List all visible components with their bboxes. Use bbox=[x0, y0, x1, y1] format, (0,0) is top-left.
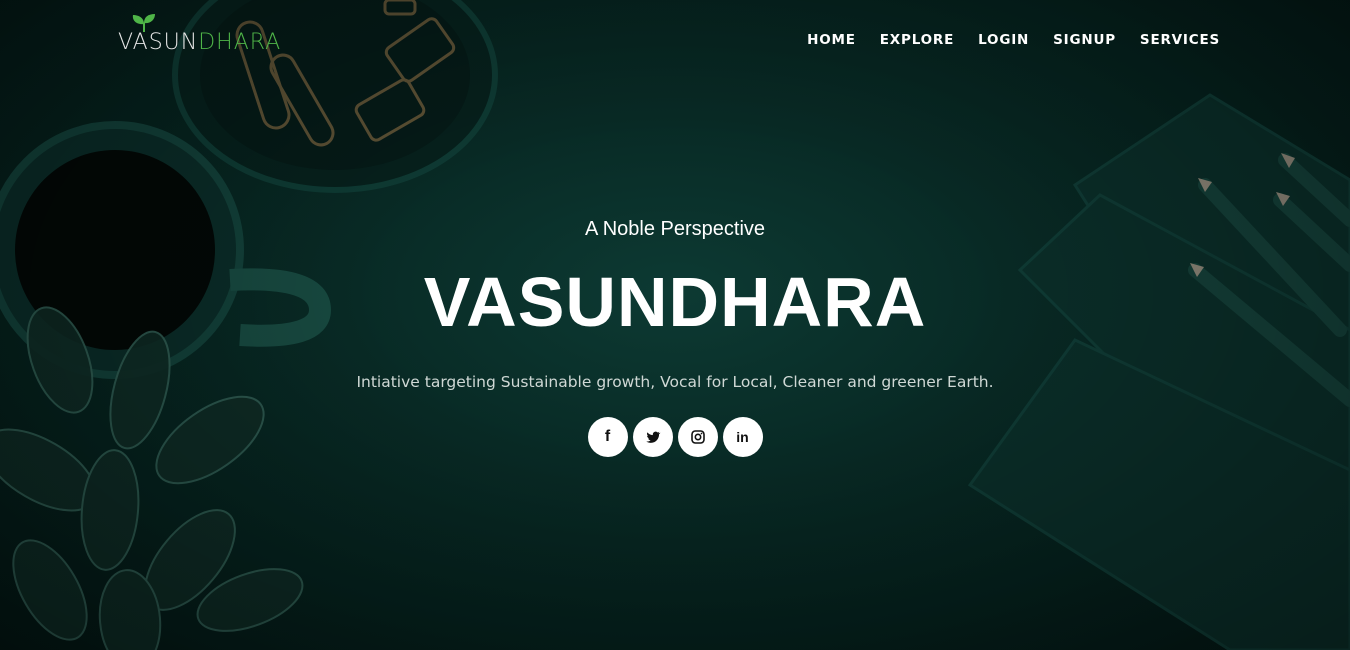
hero-title: VASUNDHARA bbox=[423, 263, 927, 341]
hero-section: VASUNDHARA HOME EXPLORE LOGIN SIGNUP SER… bbox=[0, 0, 1350, 650]
instagram-icon bbox=[690, 430, 705, 444]
logo-text: VASUNDHARA bbox=[118, 30, 281, 56]
nav-link-services[interactable]: SERVICES bbox=[1140, 31, 1220, 49]
nav-link-home[interactable]: HOME bbox=[807, 31, 856, 49]
facebook-icon: f bbox=[604, 428, 611, 445]
nav-link-login[interactable]: LOGIN bbox=[978, 31, 1029, 49]
logo-text-part-2: ASUN bbox=[132, 30, 199, 55]
nav-link-signup[interactable]: SIGNUP bbox=[1053, 31, 1116, 49]
social-links: f in bbox=[0, 417, 1350, 457]
logo-text-part-1: V bbox=[118, 30, 133, 55]
linkedin-icon: in bbox=[736, 429, 749, 445]
twitter-button[interactable] bbox=[632, 417, 673, 457]
site-logo[interactable]: VASUNDHARA bbox=[118, 14, 328, 56]
instagram-button[interactable] bbox=[677, 417, 718, 457]
twitter-icon bbox=[645, 431, 660, 443]
facebook-button[interactable]: f bbox=[587, 417, 628, 457]
main-navigation: HOME EXPLORE LOGIN SIGNUP SERVICES bbox=[807, 31, 1220, 49]
linkedin-button[interactable]: in bbox=[722, 417, 763, 457]
hero-subtitle: Intiative targeting Sustainable growth, … bbox=[356, 373, 994, 391]
nav-link-explore[interactable]: EXPLORE bbox=[880, 31, 954, 49]
logo-text-part-3: DHARA bbox=[198, 30, 282, 55]
hero-tagline: A Noble Perspective bbox=[584, 218, 766, 240]
